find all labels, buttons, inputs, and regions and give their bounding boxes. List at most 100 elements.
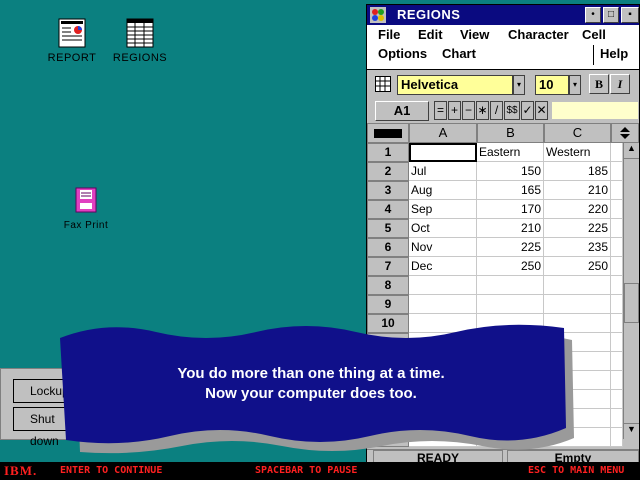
cell[interactable]: 250 — [477, 257, 544, 276]
grid-icon[interactable] — [375, 76, 391, 92]
cell[interactable] — [611, 428, 623, 447]
cell[interactable]: Oct — [409, 219, 477, 238]
menu-edit[interactable]: Edit — [418, 27, 443, 42]
plus-button[interactable]: + — [448, 101, 461, 120]
cell[interactable]: 225 — [544, 219, 611, 238]
scroll-up-icon[interactable]: ▲ — [624, 143, 639, 159]
cell[interactable] — [611, 333, 623, 352]
font-name-field[interactable]: Helvetica — [397, 75, 513, 95]
cell[interactable] — [477, 295, 544, 314]
cell[interactable]: 210 — [544, 181, 611, 200]
cell[interactable] — [544, 295, 611, 314]
cell[interactable]: Jul — [409, 162, 477, 181]
cell[interactable]: Sep — [409, 200, 477, 219]
font-dropdown-icon[interactable]: ▾ — [513, 75, 525, 95]
desktop-icon-fax-print[interactable]: Fax Print — [46, 186, 126, 231]
row-header-5[interactable]: 5 — [367, 219, 409, 238]
vertical-scrollbar[interactable]: ▲ ▼ — [623, 143, 639, 439]
main-menu-hint[interactable]: ESC TO MAIN MENU — [528, 465, 624, 476]
column-header-c[interactable]: C — [544, 123, 611, 143]
cell[interactable]: Eastern — [477, 143, 544, 162]
banner-line-2: Now your computer does too. — [205, 385, 417, 402]
row-header-4[interactable]: 4 — [367, 200, 409, 219]
menu-cell[interactable]: Cell — [582, 27, 606, 42]
cell[interactable] — [611, 162, 623, 181]
column-header-a[interactable]: A — [409, 123, 477, 143]
maximize-icon[interactable]: □ — [603, 7, 619, 23]
formula-toolbar: A1 = + − ∗ / $$ ✓ ✕ — [367, 99, 639, 123]
cell[interactable]: Nov — [409, 238, 477, 257]
cell[interactable]: 170 — [477, 200, 544, 219]
cell[interactable]: 225 — [477, 238, 544, 257]
cell[interactable] — [611, 219, 623, 238]
scroll-thumb[interactable] — [624, 283, 639, 323]
cell[interactable]: 210 — [477, 219, 544, 238]
cell[interactable]: 220 — [544, 200, 611, 219]
pause-hint[interactable]: SPACEBAR TO PAUSE — [255, 465, 357, 476]
active-cell[interactable] — [409, 143, 477, 162]
cancel-button[interactable]: ✕ — [535, 101, 548, 120]
minimize-icon[interactable]: • — [585, 7, 601, 23]
cell[interactable] — [477, 276, 544, 295]
column-header-b[interactable]: B — [477, 123, 544, 143]
scroll-columns-icon[interactable] — [611, 123, 639, 143]
cell[interactable] — [611, 352, 623, 371]
currency-button[interactable]: $$ — [504, 101, 520, 120]
font-size-field[interactable]: 10 — [535, 75, 569, 95]
cell[interactable] — [611, 314, 623, 333]
cell[interactable] — [611, 143, 623, 162]
equals-button[interactable]: = — [434, 101, 447, 120]
cell[interactable] — [409, 276, 477, 295]
minus-button[interactable]: − — [462, 101, 475, 120]
row-header-2[interactable]: 2 — [367, 162, 409, 181]
menu-help[interactable]: Help — [600, 46, 628, 61]
cell[interactable] — [611, 390, 623, 409]
cell[interactable]: 250 — [544, 257, 611, 276]
italic-button[interactable]: I — [610, 74, 630, 94]
accept-button[interactable]: ✓ — [521, 101, 534, 120]
row-header-9[interactable]: 9 — [367, 295, 409, 314]
menu-options[interactable]: Options — [378, 46, 427, 61]
cell[interactable] — [611, 276, 623, 295]
report-icon — [57, 18, 87, 48]
cell[interactable] — [611, 200, 623, 219]
cell[interactable] — [409, 295, 477, 314]
menu-file[interactable]: File — [378, 27, 400, 42]
desktop-icon-regions[interactable]: REGIONS — [100, 18, 180, 64]
close-icon[interactable]: ▪ — [621, 7, 639, 23]
cell[interactable]: 165 — [477, 181, 544, 200]
divide-button[interactable]: / — [490, 101, 503, 120]
cell-reference[interactable]: A1 — [375, 101, 429, 121]
cell[interactable]: 235 — [544, 238, 611, 257]
title-bar[interactable]: REGIONS • □ ▪ — [367, 5, 639, 25]
row-header-8[interactable]: 8 — [367, 276, 409, 295]
system-menu-icon[interactable] — [370, 7, 386, 23]
cell[interactable]: Dec — [409, 257, 477, 276]
continue-hint[interactable]: ENTER TO CONTINUE — [60, 465, 162, 476]
cell[interactable] — [611, 409, 623, 428]
cell[interactable] — [611, 181, 623, 200]
multiply-button[interactable]: ∗ — [476, 101, 489, 120]
row-header-6[interactable]: 6 — [367, 238, 409, 257]
cell[interactable] — [611, 295, 623, 314]
row-header-3[interactable]: 3 — [367, 181, 409, 200]
scroll-down-icon[interactable]: ▼ — [624, 423, 639, 439]
bold-button[interactable]: B — [589, 74, 609, 94]
row-header-7[interactable]: 7 — [367, 257, 409, 276]
cell[interactable]: Aug — [409, 181, 477, 200]
row-header-1[interactable]: 1 — [367, 143, 409, 162]
menu-character[interactable]: Character — [508, 27, 569, 42]
cell[interactable]: Western — [544, 143, 611, 162]
cell[interactable] — [611, 371, 623, 390]
spreadsheet-icon — [125, 18, 155, 48]
cell[interactable] — [611, 238, 623, 257]
cell[interactable]: 185 — [544, 162, 611, 181]
menu-view[interactable]: View — [460, 27, 489, 42]
size-dropdown-icon[interactable]: ▾ — [569, 75, 581, 95]
cell[interactable] — [544, 276, 611, 295]
select-all-corner[interactable] — [367, 123, 409, 143]
cell[interactable]: 150 — [477, 162, 544, 181]
menu-chart[interactable]: Chart — [442, 46, 476, 61]
cell[interactable] — [611, 257, 623, 276]
formula-input[interactable] — [551, 101, 639, 120]
